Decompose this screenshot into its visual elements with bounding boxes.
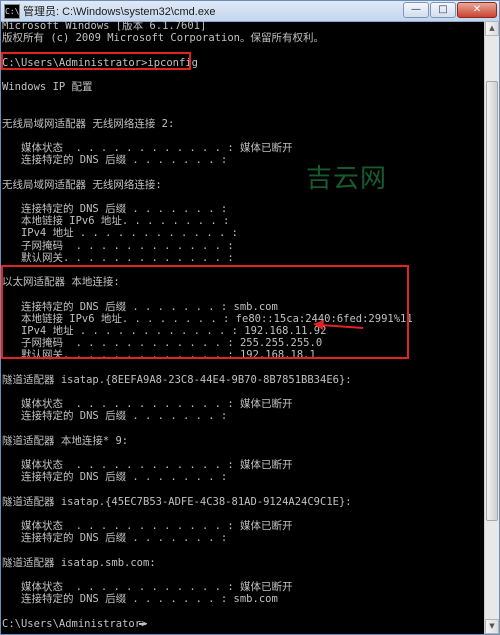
console-line: Windows IP 配置 xyxy=(2,81,93,93)
text-cursor xyxy=(139,623,146,625)
console-line: 连接特定的 DNS 后缀 . . . . . . . : xyxy=(2,154,228,167)
console-line: 无线局域网适配器 无线网络连接: xyxy=(2,178,162,191)
console-line: 隧道适配器 isatap.smb.com: xyxy=(2,556,156,569)
close-button[interactable]: ✕ xyxy=(457,2,497,18)
ethernet-adapter-highlight-box xyxy=(1,265,409,359)
command-highlight-box xyxy=(1,52,191,70)
console-line: C:\Users\Administrator> xyxy=(2,617,148,630)
minimize-button[interactable]: — xyxy=(403,2,429,18)
watermark-logo: 吉云网 xyxy=(306,164,388,194)
console-line: 连接特定的 DNS 后缀 . . . . . . . : xyxy=(2,532,228,545)
scroll-down-button[interactable]: ▼ xyxy=(485,619,499,634)
scroll-up-button[interactable]: ▲ xyxy=(485,21,499,36)
title-bar[interactable]: C:\ 管理员: C:\Windows\system32\cmd.exe — □… xyxy=(1,1,499,22)
window-title: 管理员: C:\Windows\system32\cmd.exe xyxy=(23,6,216,18)
scroll-thumb[interactable] xyxy=(486,81,498,521)
console-line: 默认网关. . . . . . . . . . . . . : xyxy=(2,251,234,264)
vertical-scrollbar[interactable]: ▲ ▼ xyxy=(484,21,499,634)
console-line: 隧道适配器 isatap.{8EEFA9A8-23C8-44E4-9B70-8B… xyxy=(2,373,352,386)
arrow-icon xyxy=(313,320,364,330)
console-line: 连接特定的 DNS 后缀 . . . . . . . : xyxy=(2,410,228,423)
console-line: 连接特定的 DNS 后缀 . . . . . . . : smb.com xyxy=(2,593,278,606)
console-line: 隧道适配器 isatap.{45EC7B53-ADFE-4C38-81AD-91… xyxy=(2,495,352,508)
maximize-button[interactable]: □ xyxy=(430,2,456,18)
cmd-icon: C:\ xyxy=(4,4,20,19)
console-line: 隧道适配器 本地连接* 9: xyxy=(2,434,129,447)
console-line: 无线局域网适配器 无线网络连接 2: xyxy=(2,117,175,130)
cmd-window: C:\ 管理员: C:\Windows\system32\cmd.exe — □… xyxy=(0,0,500,635)
console-line: 连接特定的 DNS 后缀 . . . . . . . : xyxy=(2,471,228,484)
console-line: 版权所有 (c) 2009 Microsoft Corporation。保留所有… xyxy=(2,32,324,45)
